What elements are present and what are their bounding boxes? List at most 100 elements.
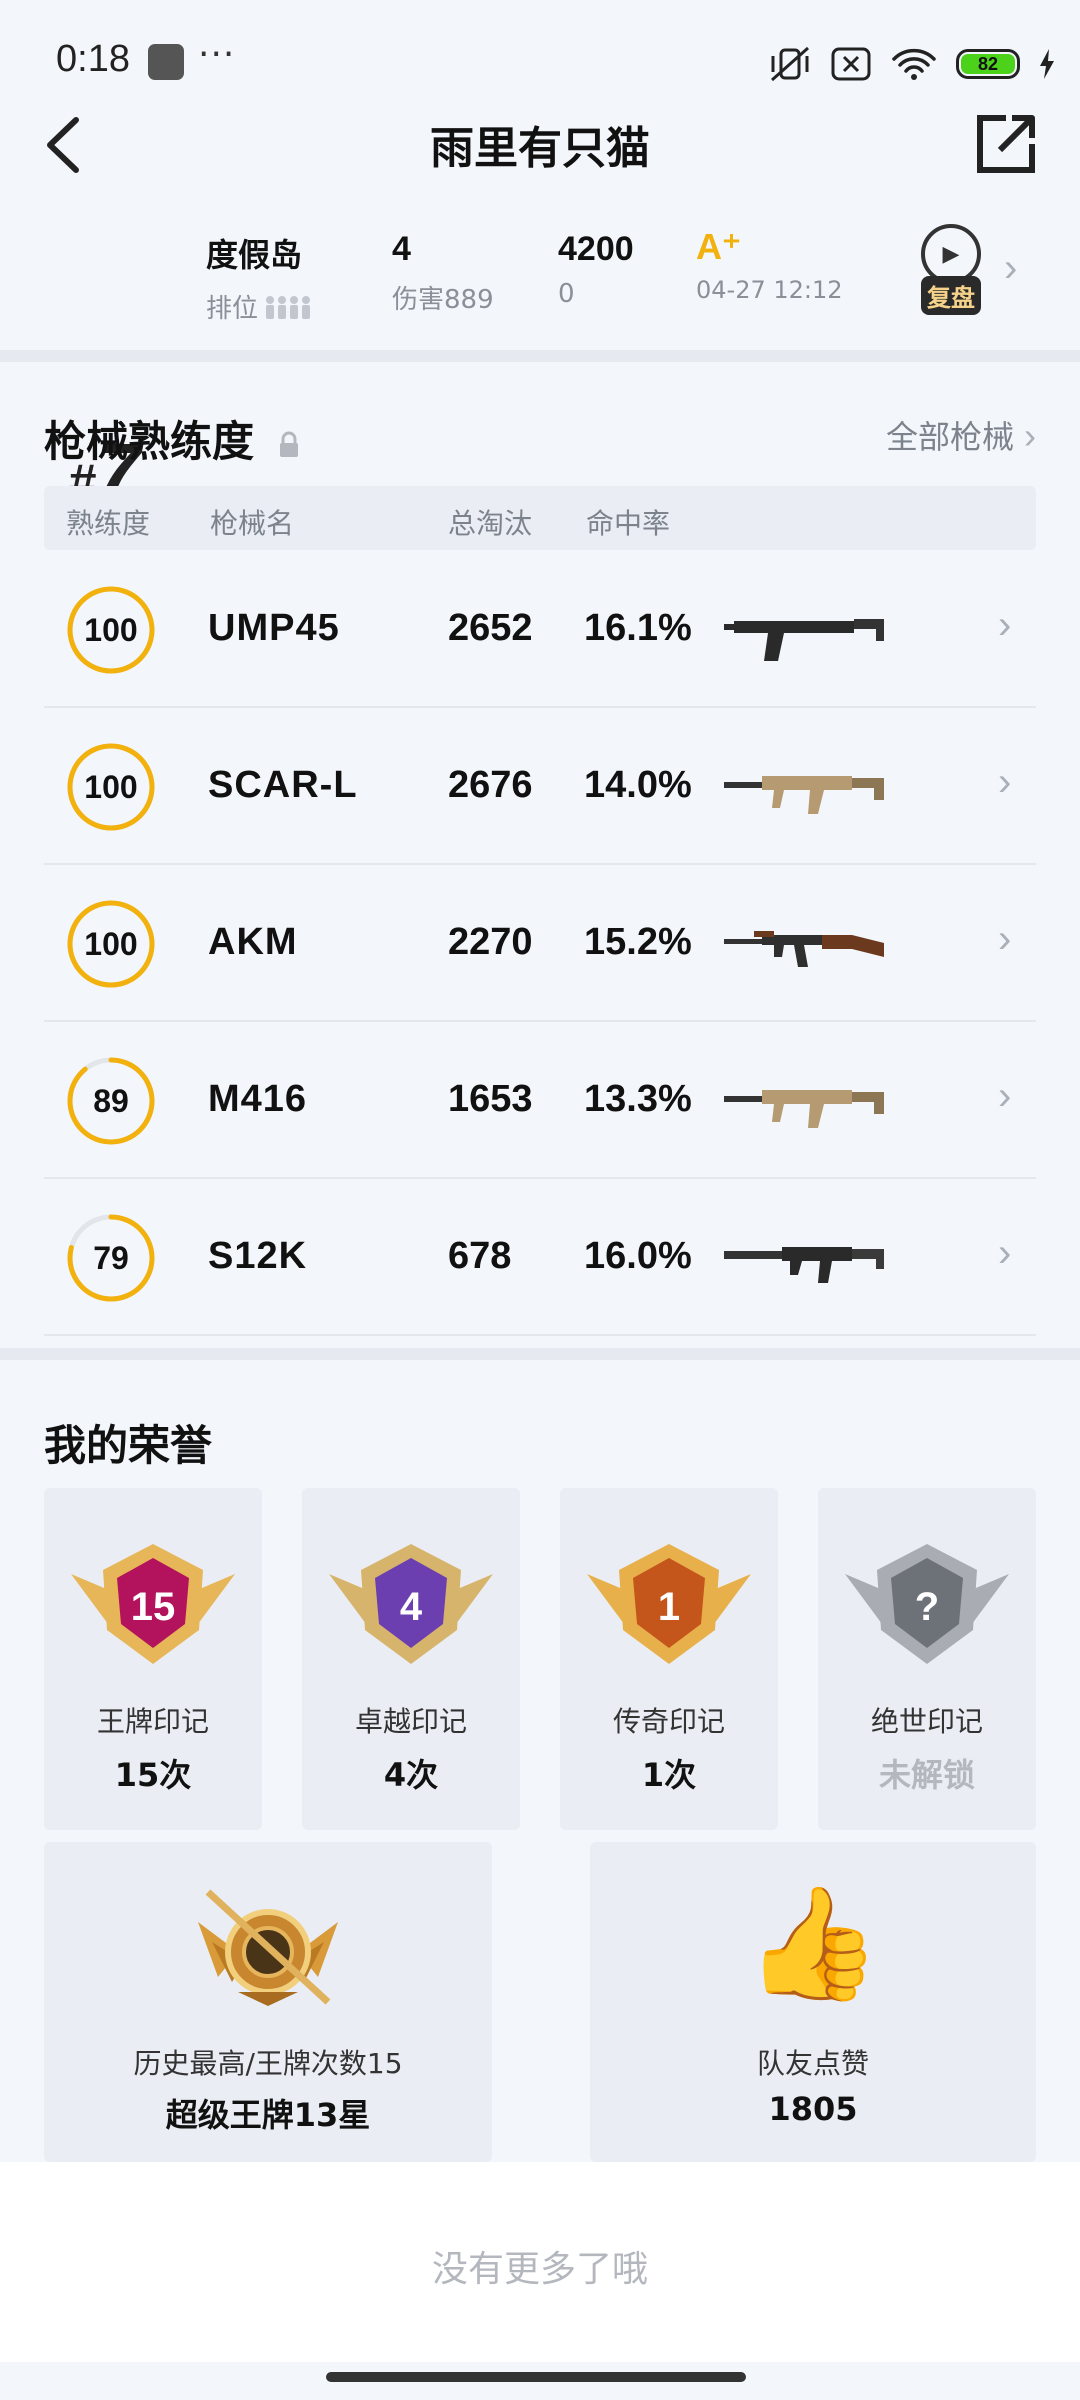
squad-icon xyxy=(266,295,311,319)
excellence-badge-icon: 4 xyxy=(329,1544,493,1664)
chevron-right-icon: › xyxy=(998,760,1012,804)
weapon-row[interactable]: 89 M416 1653 13.3% › xyxy=(44,1022,1036,1179)
match-damage: 伤害889 xyxy=(392,285,494,315)
honor-mark-value: 1次 xyxy=(641,1756,697,1794)
charging-icon xyxy=(1040,49,1054,79)
honor-mark-card[interactable]: ? 绝世印记未解锁 xyxy=(818,1488,1036,1830)
status-time: 0:18 xyxy=(56,38,130,80)
kills-block: 4 伤害889 xyxy=(392,230,494,316)
match-chevron-icon: › xyxy=(1004,246,1018,290)
weapon-mastery-title-text: 枪械熟练度 xyxy=(44,417,255,466)
akm-icon xyxy=(724,931,884,967)
ace-badge-icon: 15 xyxy=(71,1544,235,1664)
header-accuracy: 命中率 xyxy=(586,507,671,540)
app-notification-icon xyxy=(148,44,184,80)
match-score: 4200 xyxy=(558,230,634,268)
chevron-right-icon: › xyxy=(1024,415,1036,456)
mastery-value: 100 xyxy=(84,611,138,648)
score-change: 0 xyxy=(558,279,575,309)
all-weapons-label: 全部枪械 xyxy=(885,418,1014,456)
all-weapons-link[interactable]: 全部枪械 › xyxy=(886,412,1036,458)
replay-label: 复盘 xyxy=(921,276,981,315)
honor-mark-label: 传奇印记 xyxy=(612,1705,725,1738)
mute-vibrate-icon xyxy=(771,46,809,82)
honor-mark-value: 未解锁 xyxy=(878,1756,975,1794)
weapon-row[interactable]: 100 UMP45 2652 16.1% › xyxy=(44,551,1036,708)
super-ace-badge-icon xyxy=(198,1889,338,2006)
weapon-name: SCAR-L xyxy=(208,764,358,806)
likes-label: 队友点赞 xyxy=(756,2047,869,2080)
match-time: 04-27 12:12 xyxy=(696,276,843,304)
rifle-icon xyxy=(724,1090,884,1128)
mastery-value: 79 xyxy=(93,1239,129,1276)
honor-mark-label: 绝世印记 xyxy=(870,1705,983,1738)
replay-play-icon: ▶ xyxy=(921,224,981,284)
mastery-value: 100 xyxy=(84,768,138,805)
more-notifications-icon: ··· xyxy=(198,34,236,75)
weapon-table-header xyxy=(44,486,1036,550)
grade-block: A⁺ 04-27 12:12 xyxy=(696,226,843,304)
no-sim-icon xyxy=(831,47,871,81)
weapon-accuracy: 14.0% xyxy=(584,764,692,806)
legend-badge-icon: 1 xyxy=(587,1544,751,1664)
weapon-name: M416 xyxy=(208,1078,308,1120)
weapon-accuracy: 16.1% xyxy=(584,607,692,649)
share-icon[interactable] xyxy=(970,110,1040,180)
rifle-icon xyxy=(724,776,884,814)
section-divider xyxy=(0,1348,1080,1360)
weapon-kills: 1653 xyxy=(448,1078,533,1120)
badge-number: ? xyxy=(915,1585,939,1629)
section-divider xyxy=(0,350,1080,362)
likes-value: 1805 xyxy=(768,2090,858,2128)
honor-mark-card[interactable]: 15 王牌印记 15次 xyxy=(44,1488,262,1830)
weapon-name: UMP45 xyxy=(208,607,340,649)
weapon-kills: 2676 xyxy=(448,764,533,806)
honors-title: 我的荣誉 xyxy=(44,1421,213,1470)
match-grade: A⁺ xyxy=(696,226,741,267)
chevron-right-icon: › xyxy=(998,1231,1012,1275)
wifi-icon xyxy=(892,48,936,80)
weapon-kills: 678 xyxy=(448,1235,512,1277)
chevron-right-icon: › xyxy=(998,1074,1012,1118)
match-summary[interactable]: #7 度假岛 排位 4 伤害889 4200 0 A⁺ 04-27 12:12 … xyxy=(0,200,1080,516)
shotgun-icon xyxy=(724,1247,884,1283)
map-name: 度假岛 xyxy=(206,236,303,274)
header-total-kills: 总淘汰 xyxy=(448,507,533,540)
chevron-right-icon: › xyxy=(998,917,1012,961)
thumbs-up-icon: 👍 xyxy=(744,1879,882,2007)
map-block: 度假岛 排位 xyxy=(206,230,312,325)
best-rank-label: 历史最高/王牌次数15 xyxy=(133,2047,403,2080)
weapon-row[interactable]: 100 AKM 2270 15.2% › xyxy=(44,865,1036,1022)
header-mastery: 熟练度 xyxy=(66,507,151,540)
match-kills: 4 xyxy=(392,230,411,268)
honor-mark-value: 4次 xyxy=(383,1756,439,1794)
home-indicator[interactable] xyxy=(326,2372,746,2382)
mastery-value: 89 xyxy=(93,1082,129,1119)
best-rank-value: 超级王牌13星 xyxy=(165,2096,371,2134)
weapon-accuracy: 16.0% xyxy=(584,1235,692,1277)
page-title: 雨里有只猫 xyxy=(430,123,650,174)
weapon-accuracy: 13.3% xyxy=(584,1078,692,1120)
best-rank-card[interactable]: 历史最高/王牌次数15 超级王牌13星 xyxy=(44,1842,492,2162)
no-more-text: 没有更多了哦 xyxy=(431,2249,648,2290)
status-icons: 82 xyxy=(768,38,1056,90)
honor-mark-label: 王牌印记 xyxy=(96,1705,209,1738)
mastery-value: 100 xyxy=(84,925,138,962)
teammate-likes-card[interactable]: 👍 队友点赞 1805 xyxy=(590,1842,1036,2162)
weapon-row[interactable]: 79 S12K 678 16.0% › xyxy=(44,1179,1036,1336)
weapon-mastery-title: 枪械熟练度 xyxy=(44,408,301,469)
battery-level: 82 xyxy=(961,54,1015,74)
honor-mark-value: 15次 xyxy=(114,1756,192,1794)
unmatched-badge-icon: ? xyxy=(845,1544,1009,1664)
replay-button[interactable]: ▶ 复盘 xyxy=(912,224,990,315)
header-weapon-name: 枪械名 xyxy=(210,507,295,540)
score-block: 4200 0 xyxy=(558,230,634,309)
badge-number: 15 xyxy=(131,1585,176,1629)
chevron-right-icon: › xyxy=(998,603,1012,647)
weapon-name: AKM xyxy=(208,921,298,963)
honor-mark-card[interactable]: 1 传奇印记 1次 xyxy=(560,1488,778,1830)
honor-mark-card[interactable]: 4 卓越印记 4次 xyxy=(302,1488,520,1830)
weapon-row[interactable]: 100 SCAR-L 2676 14.0% › xyxy=(44,708,1036,865)
badge-number: 1 xyxy=(658,1585,680,1629)
battery-icon: 82 xyxy=(956,49,1020,79)
